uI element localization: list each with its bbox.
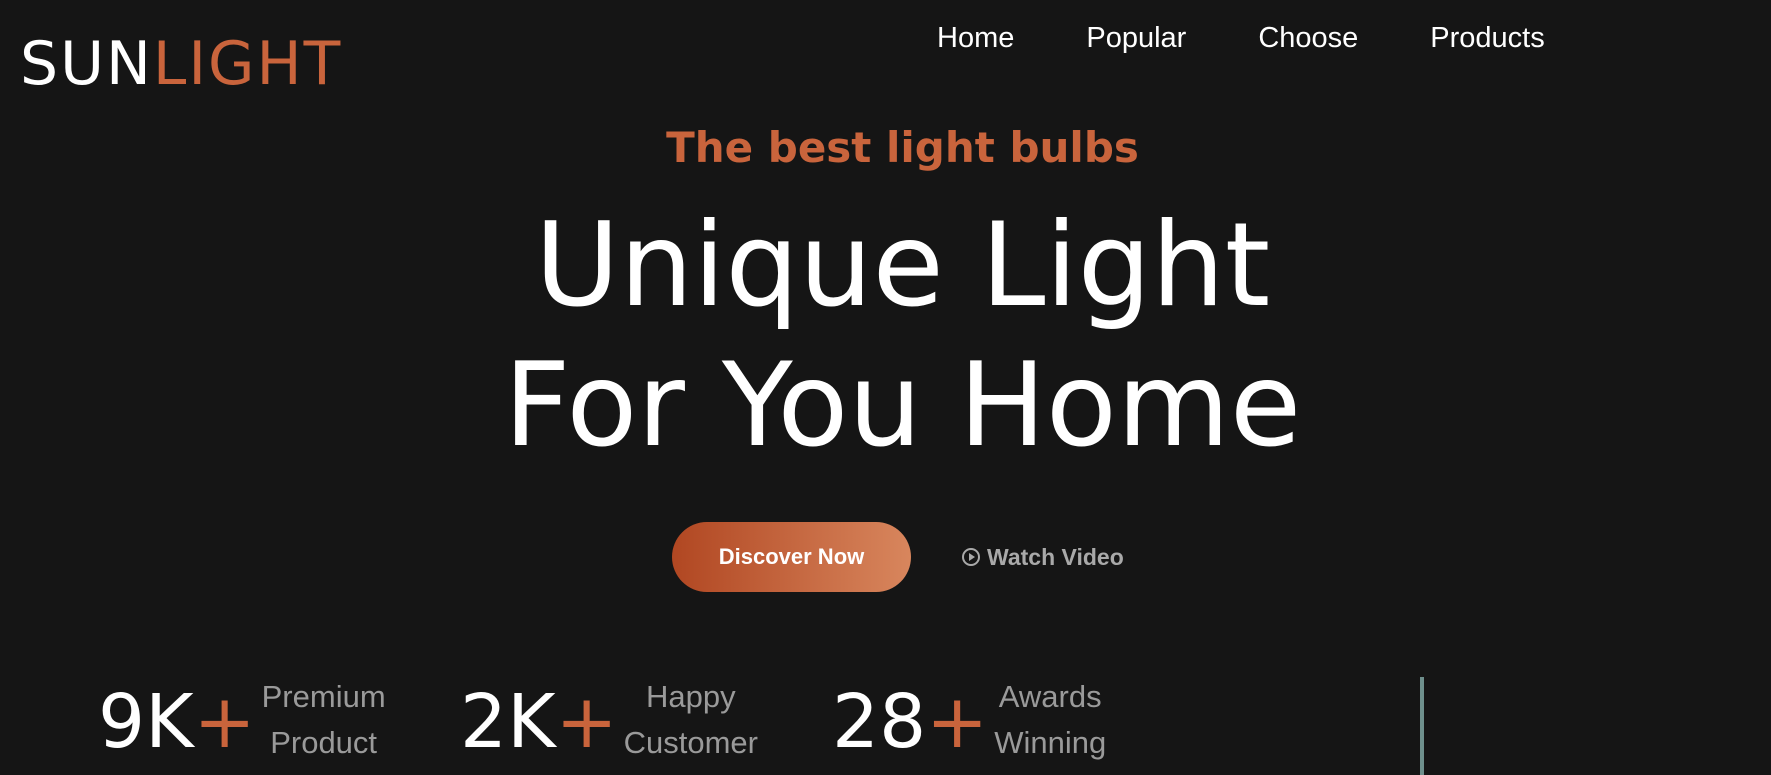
hero-headline-line-1: Unique Light xyxy=(534,198,1271,333)
nav-item-choose[interactable]: Choose xyxy=(1258,18,1358,58)
stat-plus: + xyxy=(555,679,618,765)
stat-label: Awards Winning xyxy=(994,674,1106,766)
stat-happy-customer: 2K+ Happy Customer xyxy=(460,679,832,766)
stat-premium-product: 9K+ Premium Product xyxy=(98,679,460,766)
logo-part-light: LIGHT xyxy=(152,29,343,99)
stat-label-line-1: Happy xyxy=(646,679,736,714)
main-nav: Home Popular Choose Products xyxy=(937,18,1545,58)
nav-item-products[interactable]: Products xyxy=(1430,18,1544,58)
hero-tagline: The best light bulbs xyxy=(666,123,1139,172)
stat-label-line-2: Winning xyxy=(994,725,1107,760)
stat-label: Happy Customer xyxy=(624,674,758,766)
stat-value: 28+ xyxy=(832,680,988,764)
nav-item-popular[interactable]: Popular xyxy=(1086,18,1186,58)
stat-number: 9K xyxy=(98,679,194,765)
nav-item-home[interactable]: Home xyxy=(937,18,1014,58)
stat-label-line-2: Product xyxy=(270,725,378,760)
play-circle-icon xyxy=(962,548,980,566)
stat-value: 9K+ xyxy=(98,680,256,764)
logo-part-sun: SUN xyxy=(20,29,153,99)
watch-video-label: Watch Video xyxy=(987,543,1124,570)
stat-awards-winning: 28+ Awards Winning xyxy=(832,679,1132,766)
stat-plus: + xyxy=(926,679,989,765)
hero-headline: Unique Light For You Home xyxy=(0,196,1771,476)
stat-label-line-1: Premium xyxy=(261,679,386,714)
watch-video-link[interactable]: Watch Video xyxy=(961,544,1124,571)
stat-plus: + xyxy=(193,679,256,765)
hero-headline-line-2: For You Home xyxy=(503,338,1302,473)
stat-number: 28 xyxy=(832,679,927,765)
stats-row: 9K+ Premium Product 2K+ Happy Customer 2… xyxy=(98,679,1132,766)
discover-now-button[interactable]: Discover Now xyxy=(672,522,911,592)
stat-label-line-2: Customer xyxy=(623,725,758,760)
stat-label-line-1: Awards xyxy=(998,679,1102,714)
logo[interactable]: SUNLIGHT xyxy=(20,34,342,94)
vertical-divider xyxy=(1420,677,1424,775)
stat-number: 2K xyxy=(460,679,556,765)
stat-value: 2K+ xyxy=(460,680,618,764)
stat-label: Premium Product xyxy=(262,674,386,766)
page: SUNLIGHT Home Popular Choose Products Th… xyxy=(0,0,1771,775)
hero-cta-row: Discover Now Watch Video xyxy=(672,522,1124,592)
